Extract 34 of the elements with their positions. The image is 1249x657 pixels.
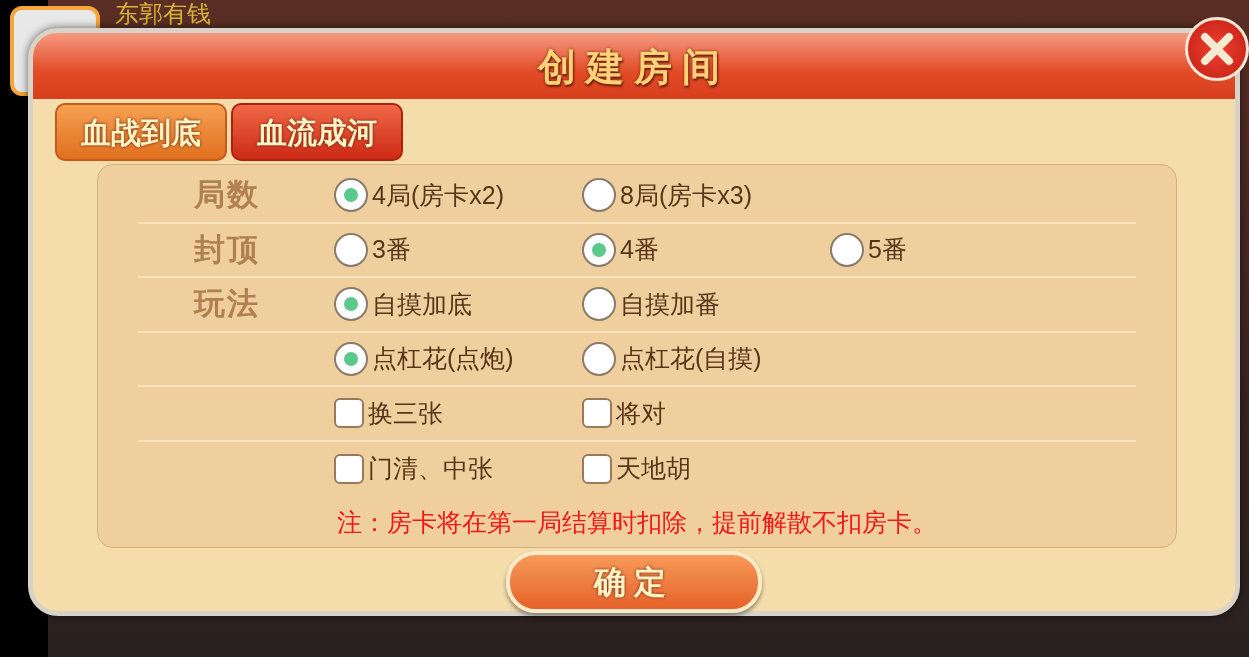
checkbox-option[interactable]: 将对: [582, 394, 830, 432]
checkbox[interactable]: [582, 453, 612, 484]
radio-option[interactable]: 4局(房卡x2): [334, 176, 582, 214]
radio-option[interactable]: 5番: [830, 231, 1078, 269]
checkbox[interactable]: [334, 453, 364, 484]
radio-option[interactable]: 8局(房卡x3): [582, 176, 830, 214]
checkbox[interactable]: [334, 398, 364, 429]
radio-option[interactable]: 自摸加番: [582, 285, 830, 323]
mode-tab[interactable]: 血流成河: [231, 103, 403, 161]
radio-option[interactable]: 点杠花(自摸): [582, 340, 830, 378]
radio-option[interactable]: 自摸加底: [334, 285, 582, 323]
note-text: 注：房卡将在第一局结算时扣除，提前解散不扣房卡。: [337, 507, 937, 538]
checkbox[interactable]: [582, 398, 612, 429]
radio-button[interactable]: [582, 232, 616, 267]
checkbox-option[interactable]: 天地胡: [582, 450, 830, 488]
radio-button[interactable]: [582, 287, 616, 322]
row-label: 玩法: [194, 286, 260, 321]
radio-option[interactable]: 3番: [334, 231, 582, 269]
radio-option[interactable]: 4番: [582, 231, 830, 269]
radio-button[interactable]: [334, 287, 368, 322]
radio-button[interactable]: [830, 232, 864, 267]
checkbox-option[interactable]: 门清、中张: [334, 450, 582, 488]
radio-button[interactable]: [334, 341, 368, 376]
row-label: 局数: [194, 177, 260, 212]
radio-button[interactable]: [582, 178, 616, 213]
radio-option[interactable]: 点杠花(点炮): [334, 340, 582, 378]
close-icon: [1200, 32, 1234, 66]
radio-button[interactable]: [334, 232, 368, 267]
checkbox-option[interactable]: 换三张: [334, 394, 582, 432]
player-name: 东郭有钱: [115, 0, 211, 27]
dialog-title: 创建房间: [538, 42, 730, 91]
row-label: 封顶: [194, 231, 260, 267]
radio-button[interactable]: [582, 341, 616, 376]
radio-button[interactable]: [334, 178, 368, 213]
